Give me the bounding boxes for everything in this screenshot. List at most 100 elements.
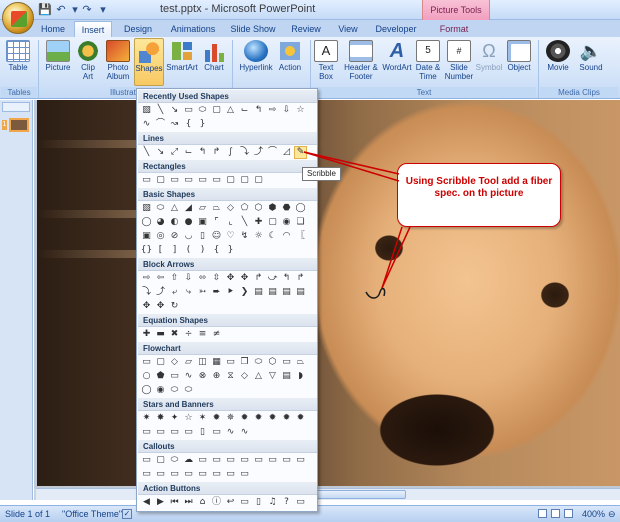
chevron-shape-icon[interactable]: ❯: [238, 286, 251, 299]
symbol-button[interactable]: Ω Symbol: [474, 38, 504, 86]
left-right-arrow-callout-shape-icon[interactable]: ✥: [140, 300, 153, 313]
rectangle-shape-icon[interactable]: ▭: [182, 104, 195, 117]
quad-arrow-shape-icon[interactable]: ✥: [224, 272, 237, 285]
action-home-shape-icon[interactable]: ⌂: [196, 496, 209, 509]
pentagon-shape-icon[interactable]: ⬠: [238, 202, 251, 215]
redo-icon[interactable]: ↷: [80, 3, 94, 17]
scribble-shape-icon[interactable]: ✎: [294, 146, 307, 159]
collate-shape-icon[interactable]: ⧖: [224, 370, 237, 383]
tab-design[interactable]: Design: [116, 21, 160, 37]
line-callout-2-accent-bar-shape-icon[interactable]: ▭: [266, 454, 279, 467]
data-shape-icon[interactable]: ▱: [182, 356, 195, 369]
cross-shape-icon[interactable]: ✚: [252, 216, 265, 229]
summing-junction-shape-icon[interactable]: ⊗: [196, 370, 209, 383]
line-shape-icon[interactable]: ╲: [154, 104, 167, 117]
oval-shape-icon[interactable]: ⬭: [154, 202, 167, 215]
10-point-star-shape-icon[interactable]: ✹: [238, 412, 251, 425]
text-box-shape-icon[interactable]: ▧: [140, 104, 153, 117]
curved-right-arrow-shape-icon[interactable]: ⤵: [140, 286, 153, 299]
action-custom-shape-icon[interactable]: ▭: [294, 496, 307, 509]
direct-access-storage-shape-icon[interactable]: ⬭: [168, 384, 181, 397]
right-brace-shape-icon[interactable]: }: [224, 244, 237, 257]
striped-right-arrow-shape-icon[interactable]: ➳: [196, 286, 209, 299]
left-up-arrow-shape-icon[interactable]: ↰: [280, 272, 293, 285]
down-arrow-shape-icon[interactable]: ⇩: [182, 272, 195, 285]
process-shape-icon[interactable]: ▭: [140, 356, 153, 369]
bevel-shape-icon[interactable]: ▣: [140, 230, 153, 243]
triangle-shape-icon[interactable]: △: [168, 202, 181, 215]
6-point-star-shape-icon[interactable]: ✶: [196, 412, 209, 425]
text-box-button[interactable]: A Text Box: [313, 38, 339, 86]
24-point-star-shape-icon[interactable]: ✹: [280, 412, 293, 425]
left-brace-shape-icon[interactable]: {: [210, 244, 223, 257]
chart-button[interactable]: Chart: [200, 38, 228, 86]
arrow-line-shape-icon[interactable]: ↘: [168, 104, 181, 117]
bent-arrow-shape-icon[interactable]: ↱: [252, 272, 265, 285]
curved-down-ribbon-shape-icon[interactable]: ▭: [182, 426, 195, 439]
down-ribbon-shape-icon[interactable]: ▭: [154, 426, 167, 439]
down-arrow-callout-shape-icon[interactable]: ▤: [266, 286, 279, 299]
hexagon-shape-icon[interactable]: ⬡: [252, 202, 265, 215]
action-movie-shape-icon[interactable]: ▭: [238, 496, 251, 509]
curved-left-arrow-shape-icon[interactable]: ⤴: [154, 286, 167, 299]
internal-storage-shape-icon[interactable]: ▦: [210, 356, 223, 369]
left-bracket-shape-icon[interactable]: [: [154, 244, 167, 257]
line-callout-1-shape-icon[interactable]: ▭: [196, 454, 209, 467]
terminator-shape-icon[interactable]: ⬭: [252, 356, 265, 369]
line-callout-4-accent-bar-shape-icon[interactable]: ▭: [294, 454, 307, 467]
movie-button[interactable]: Movie: [542, 38, 574, 86]
round-same-side-rectangle-shape-icon[interactable]: ▢: [238, 174, 251, 187]
action-return-shape-icon[interactable]: ↩: [224, 496, 237, 509]
frame-shape-icon[interactable]: ▣: [196, 216, 209, 229]
slides-pane-tabs[interactable]: [2, 102, 30, 112]
left-arrow-shape-icon[interactable]: ⇦: [154, 272, 167, 285]
preparation-shape-icon[interactable]: ⬡: [266, 356, 279, 369]
object-button[interactable]: Object: [505, 38, 533, 86]
line-callout-1-border-accent-shape-icon[interactable]: ▭: [196, 468, 209, 481]
smartart-button[interactable]: SmartArt: [166, 38, 198, 86]
line-callout-3-border-accent-shape-icon[interactable]: ▭: [224, 468, 237, 481]
action-sound-shape-icon[interactable]: ♫: [266, 496, 279, 509]
action-forward-shape-icon[interactable]: ▶: [154, 496, 167, 509]
up-down-arrow-shape-icon[interactable]: ⇳: [210, 272, 223, 285]
zoom-level[interactable]: 400%: [582, 509, 605, 519]
manual-input-shape-icon[interactable]: ▭: [280, 356, 293, 369]
right-arrow-shape-icon[interactable]: ⇨: [140, 272, 153, 285]
line-shape-icon[interactable]: ╲: [140, 146, 153, 159]
undo-icon[interactable]: ↶: [54, 3, 68, 17]
slide-number-button[interactable]: # Slide Number: [444, 38, 474, 86]
line-callout-1-no-border-shape-icon[interactable]: ▭: [140, 468, 153, 481]
curved-connector-shape-icon[interactable]: ∫: [224, 146, 237, 159]
zoom-out-icon[interactable]: ⊖: [608, 509, 616, 520]
octagon-shape-icon[interactable]: ⬣: [280, 202, 293, 215]
manual-operation-shape-icon[interactable]: ⏢: [294, 356, 307, 369]
wave-shape-icon[interactable]: ∿: [224, 426, 237, 439]
slide-show-icon[interactable]: [564, 509, 573, 518]
elbow-double-arrow-shape-icon[interactable]: ↱: [210, 146, 223, 159]
multidocument-shape-icon[interactable]: ❐: [238, 356, 251, 369]
slide-sorter-icon[interactable]: [551, 509, 560, 518]
u-turn-arrow-shape-icon[interactable]: ⤻: [266, 272, 279, 285]
tab-review[interactable]: Review: [284, 21, 328, 37]
line-callout-2-shape-icon[interactable]: ▭: [210, 454, 223, 467]
action-document-shape-icon[interactable]: ▯: [252, 496, 265, 509]
line-callout-4-border-accent-shape-icon[interactable]: ▭: [238, 468, 251, 481]
brace-left-shape-icon[interactable]: {: [182, 118, 195, 131]
16-point-star-shape-icon[interactable]: ✹: [266, 412, 279, 425]
rounded-rectangle-shape-icon[interactable]: ▢: [154, 174, 167, 187]
elbow-arrow-shape-icon[interactable]: ↰: [196, 146, 209, 159]
triangle-shape-icon[interactable]: △: [224, 104, 237, 117]
action-end-shape-icon[interactable]: ⏭: [182, 496, 195, 509]
line-callout-2-no-border-shape-icon[interactable]: ▭: [154, 468, 167, 481]
sound-button[interactable]: 🔈 Sound: [576, 38, 606, 86]
curved-up-arrow-shape-icon[interactable]: ⤶: [168, 286, 181, 299]
oval-shape-icon[interactable]: ⬭: [196, 104, 209, 117]
sequential-access-storage-shape-icon[interactable]: ◯: [140, 384, 153, 397]
freeform-shape-icon[interactable]: ↝: [168, 118, 181, 131]
vertical-scroll-shape-icon[interactable]: ▯: [196, 426, 209, 439]
tab-animations[interactable]: Animations: [164, 21, 222, 37]
freeform-shape-icon[interactable]: ◿: [280, 146, 293, 159]
not-equal-shape-icon[interactable]: ≠: [210, 328, 223, 341]
curved-down-arrow-shape-icon[interactable]: ⤷: [182, 286, 195, 299]
l-shape-icon[interactable]: ⌞: [224, 216, 237, 229]
